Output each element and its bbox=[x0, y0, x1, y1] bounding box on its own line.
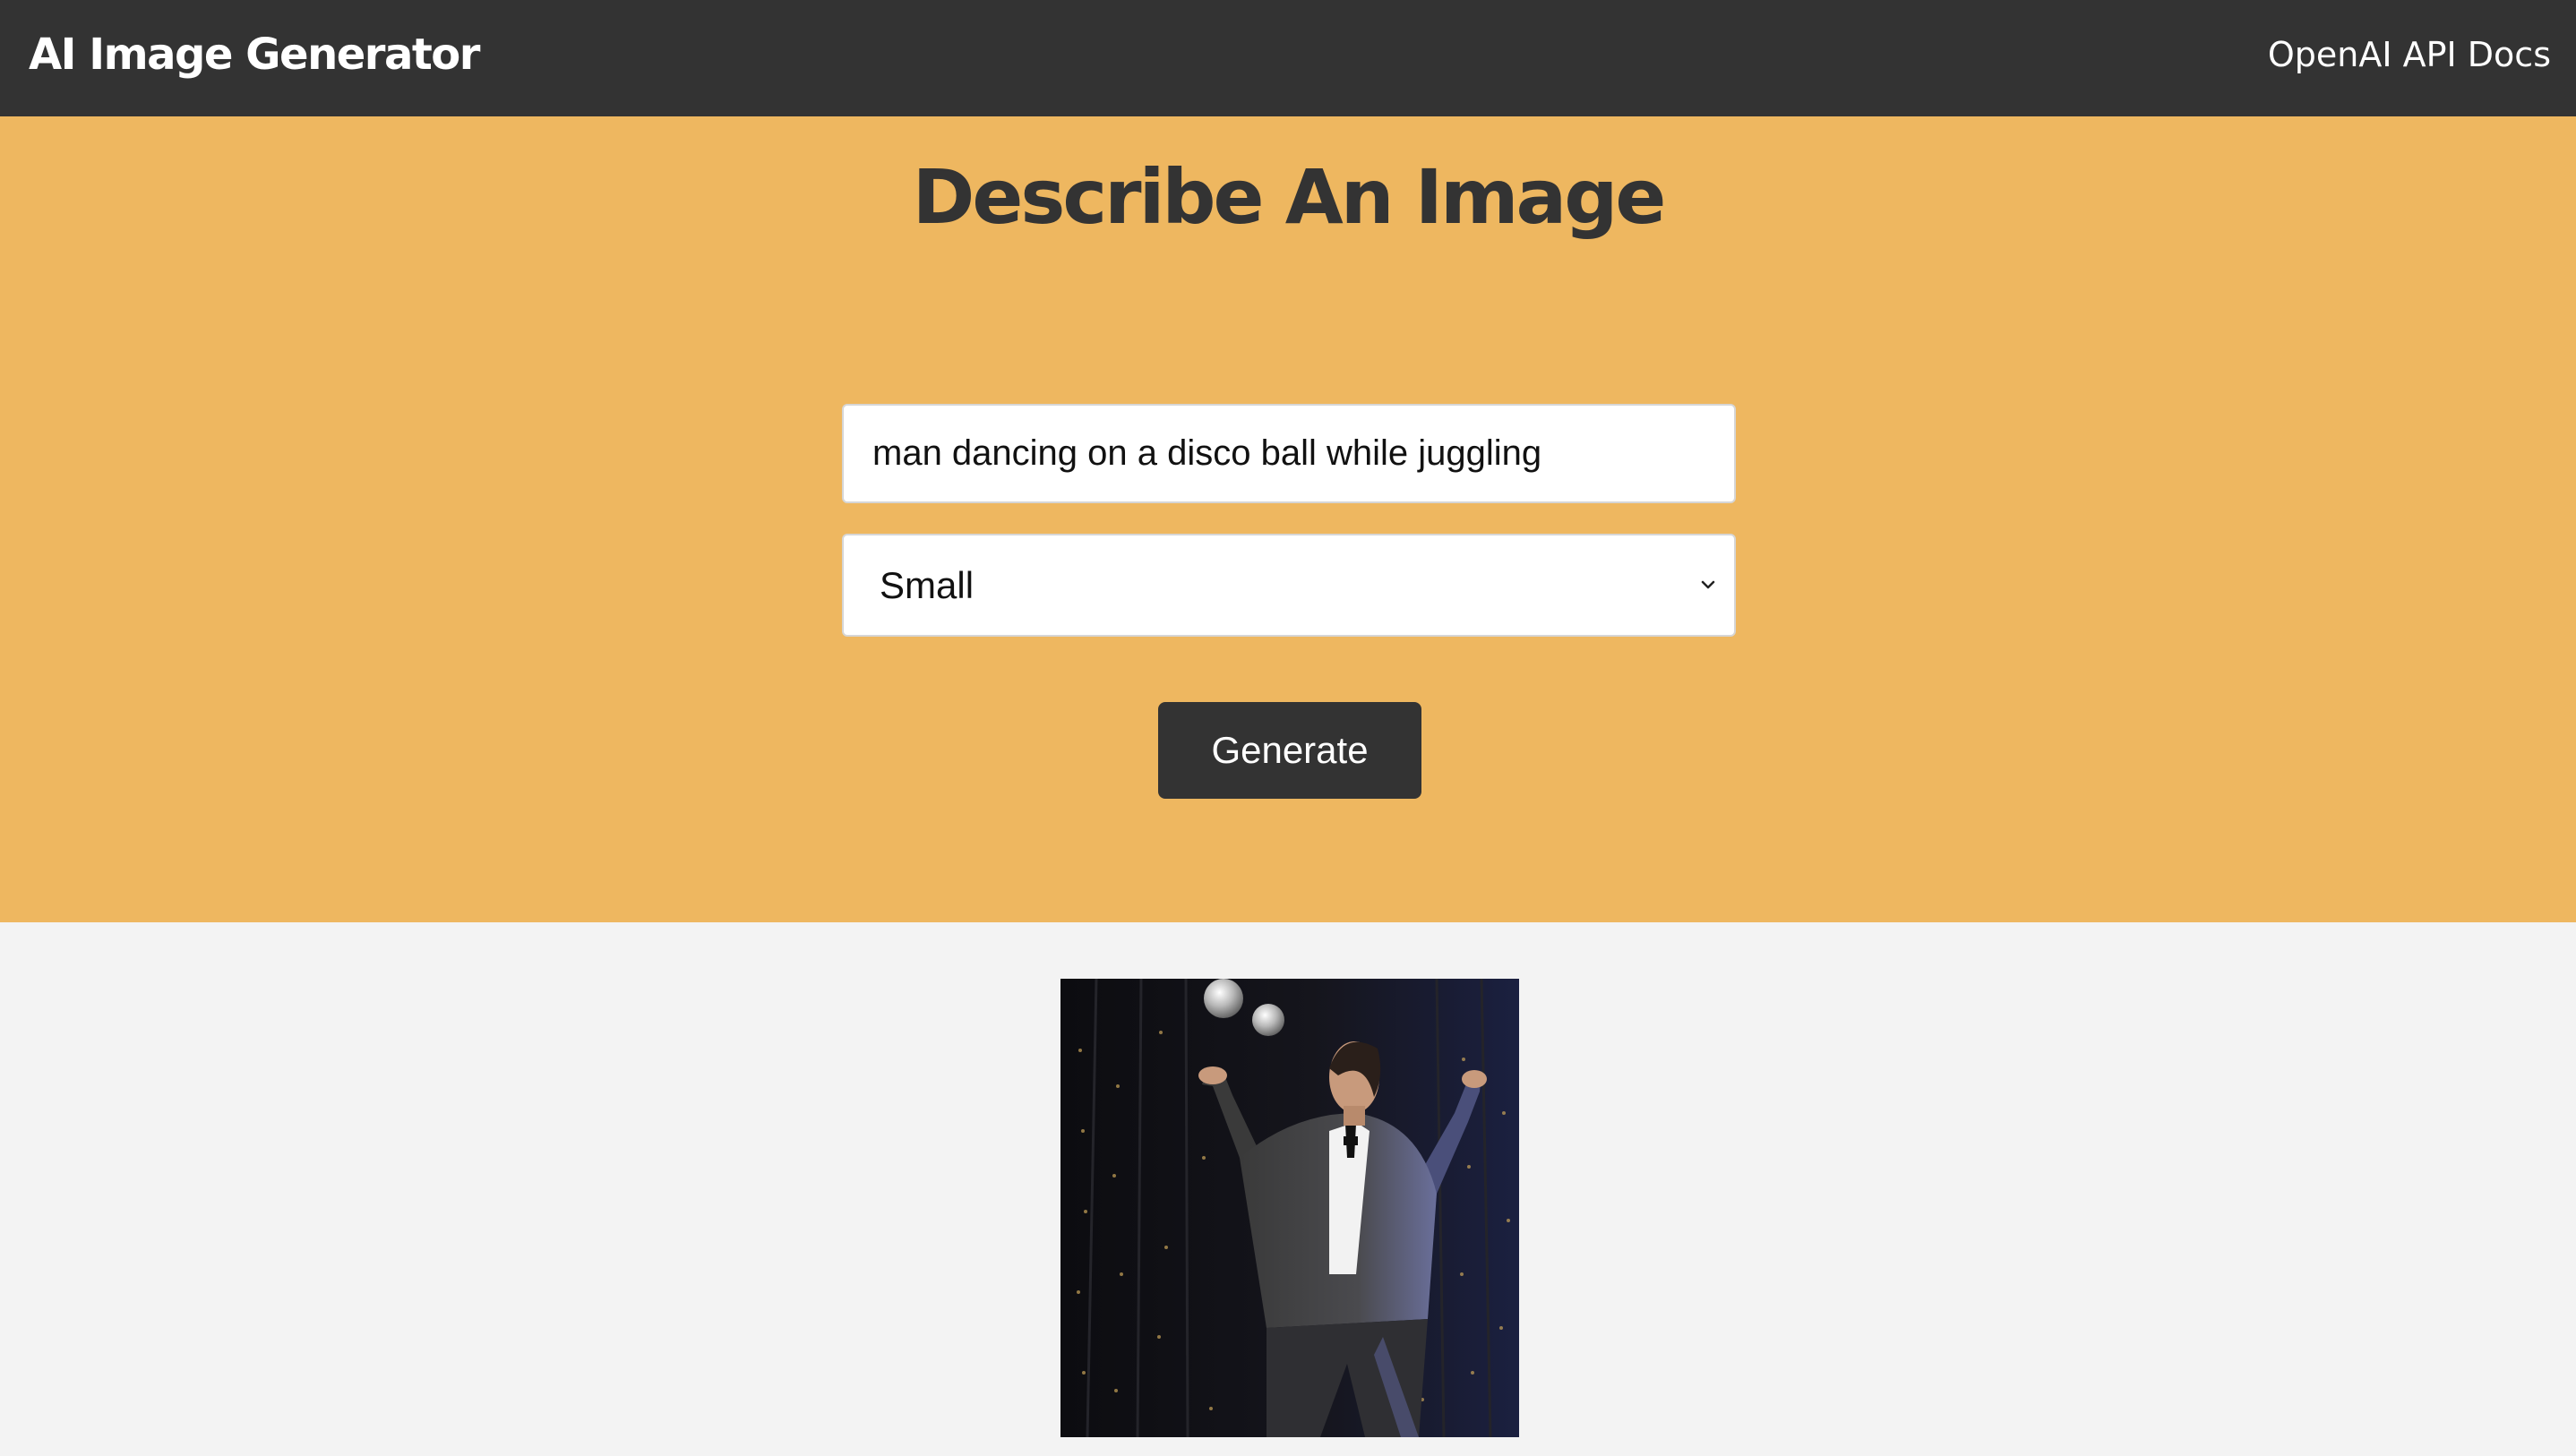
openai-docs-link[interactable]: OpenAI API Docs bbox=[2268, 30, 2551, 79]
chevron-down-icon bbox=[1701, 580, 1715, 589]
size-select[interactable]: Small bbox=[842, 534, 1736, 637]
logo: AI Image Generator bbox=[29, 30, 480, 80]
generated-image bbox=[1060, 979, 1519, 1437]
page-title: Describe An Image bbox=[912, 153, 1667, 241]
generate-button[interactable]: Generate bbox=[1158, 702, 1421, 799]
navbar: AI Image Generator OpenAI API Docs bbox=[0, 0, 2576, 116]
prompt-input[interactable] bbox=[842, 404, 1736, 503]
size-select-value: Small bbox=[880, 564, 975, 606]
